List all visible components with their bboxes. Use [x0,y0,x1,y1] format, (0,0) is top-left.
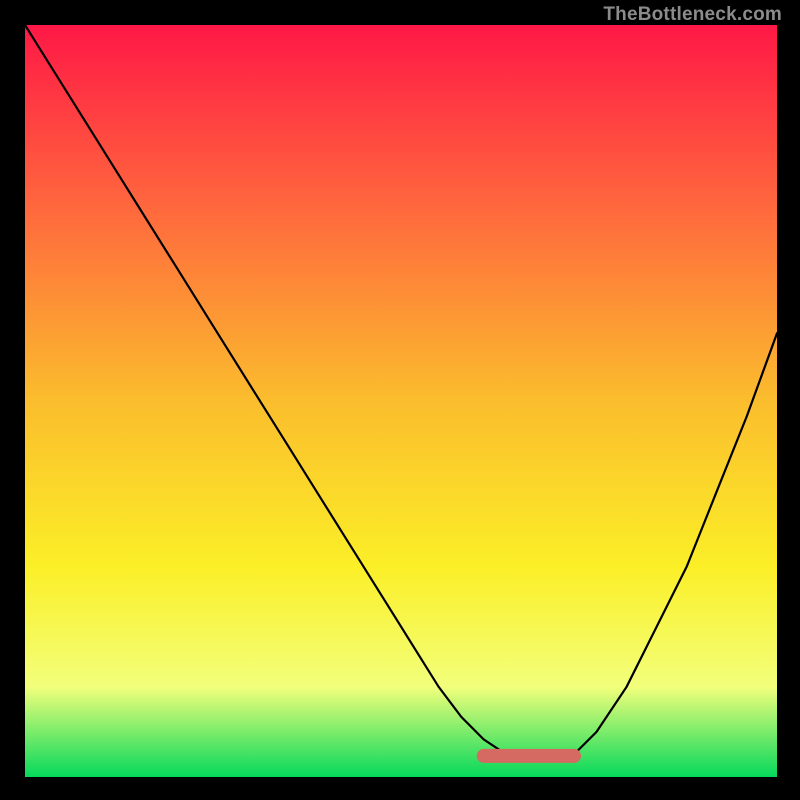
chart-frame: TheBottleneck.com [0,0,800,800]
watermark: TheBottleneck.com [603,4,782,26]
chart-svg [25,25,777,777]
gradient-bg [25,25,777,777]
plot-area [25,25,777,777]
